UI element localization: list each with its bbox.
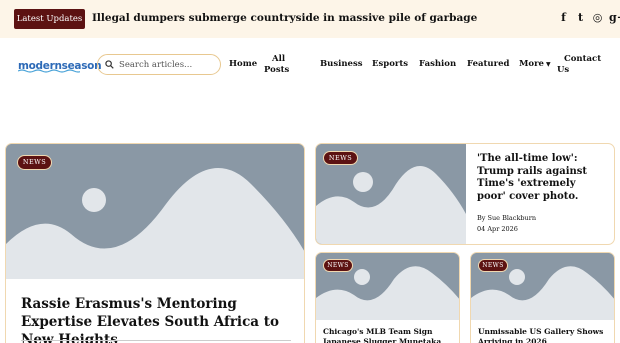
nav-contact-line2: Us [557, 65, 570, 75]
article-date: 04 Apr 2026 [477, 225, 518, 233]
nav-all-posts-line1: All [272, 54, 286, 64]
small-article-card[interactable]: NEWS Unmissable US Gallery Shows Arrivin… [470, 252, 615, 343]
facebook-icon[interactable]: f [558, 11, 569, 24]
small-article-card[interactable]: NEWS Chicago's MLB Team Sign Japanese Sl… [315, 252, 460, 343]
nav-fashion[interactable]: Fashion [419, 59, 456, 70]
nav-esports[interactable]: Esports [372, 59, 408, 70]
ticker-headline[interactable]: Illegal dumpers submerge countryside in … [92, 12, 477, 24]
nav-contact-us[interactable]: Contact Us [557, 54, 601, 76]
twitter-icon[interactable]: t [575, 11, 586, 24]
site-logo[interactable]: modernseason [18, 57, 102, 74]
logo-wave-icon [18, 69, 80, 73]
google-plus-icon[interactable]: g+ [609, 11, 620, 24]
side-article-card[interactable]: NEWS 'The all-time low': Trump rails aga… [315, 143, 615, 245]
nav-more[interactable]: More ▼ [519, 59, 551, 70]
nav-featured[interactable]: Featured [467, 59, 509, 70]
main-header: modernseason Home All Posts Business Esp… [0, 38, 620, 94]
nav-contact-line1: Contact [564, 54, 602, 64]
social-links: f t ◎ g+ [558, 11, 620, 24]
top-bar: Latest Updates Illegal dumpers submerge … [0, 0, 620, 38]
search-icon [105, 60, 114, 69]
news-badge[interactable]: NEWS [17, 155, 52, 170]
nav-more-label: More [519, 59, 544, 69]
search-box[interactable] [97, 54, 221, 75]
search-input[interactable] [119, 59, 214, 70]
nav-all-posts-line2: Posts [264, 65, 290, 75]
news-badge[interactable]: NEWS [323, 259, 353, 272]
news-badge[interactable]: NEWS [323, 151, 358, 165]
article-title[interactable]: Unmissable US Gallery Shows Arriving in … [478, 327, 613, 343]
nav-business[interactable]: Business [320, 59, 363, 70]
news-badge[interactable]: NEWS [478, 259, 508, 272]
latest-updates-button[interactable]: Latest Updates [14, 9, 85, 29]
article-title[interactable]: Chicago's MLB Team Sign Japanese Slugger… [323, 327, 458, 343]
article-title[interactable]: 'The all-time low': Trump rails against … [477, 153, 607, 203]
caret-down-icon: ▼ [545, 61, 551, 68]
divider [21, 340, 291, 341]
featured-article-card[interactable]: NEWS Rassie Erasmus's Mentoring Expertis… [5, 143, 305, 343]
instagram-icon[interactable]: ◎ [592, 11, 603, 24]
article-title[interactable]: Rassie Erasmus's Mentoring Expertise Ele… [21, 295, 291, 343]
nav-all-posts[interactable]: All Posts [264, 54, 289, 76]
nav-home[interactable]: Home [229, 59, 257, 70]
article-author[interactable]: By Sue Blackburn [477, 214, 536, 222]
